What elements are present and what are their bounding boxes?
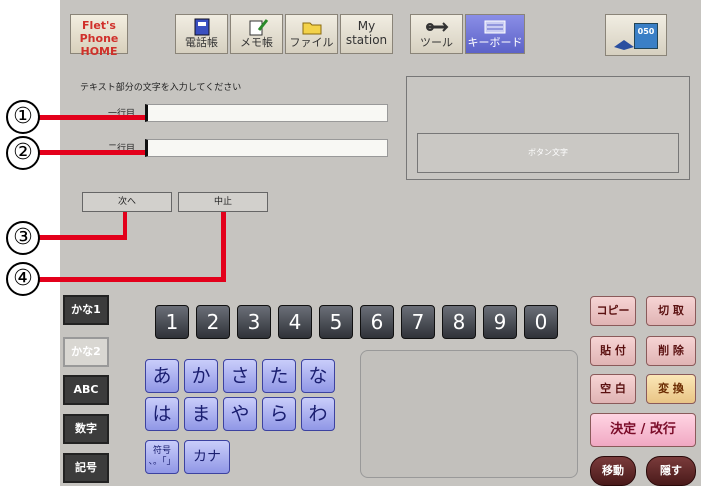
folder-icon xyxy=(302,22,321,35)
key-9[interactable]: 9 xyxy=(483,305,517,339)
key-na[interactable]: な xyxy=(301,359,335,393)
home-label-line2: HOME xyxy=(80,45,118,58)
memo-icon xyxy=(249,19,268,36)
annotation-3: ③ xyxy=(6,221,40,255)
hide-button[interactable]: 隠す xyxy=(646,456,696,486)
cut-button[interactable]: 切 取 xyxy=(646,296,696,326)
preview-button-text: ボタン文字 xyxy=(417,133,679,173)
home-label-line1: Flet's Phone xyxy=(79,19,119,45)
annotation-line-2 xyxy=(38,150,145,155)
key-ha[interactable]: は xyxy=(145,397,179,431)
tool-button[interactable]: ツール xyxy=(410,14,463,54)
key-wa[interactable]: わ xyxy=(301,397,335,431)
annotation-line-4b xyxy=(221,212,226,282)
annotation-line-1 xyxy=(38,115,145,120)
key-ma[interactable]: ま xyxy=(184,397,218,431)
annotation-1: ① xyxy=(6,100,40,134)
mode-number[interactable]: 数字 xyxy=(63,414,109,444)
keyboard-button[interactable]: キーボード xyxy=(465,14,525,54)
handwriting-pad[interactable] xyxy=(360,350,578,478)
mode-symbol[interactable]: 記号 xyxy=(63,453,109,483)
key-ra[interactable]: ら xyxy=(262,397,296,431)
key-katakana[interactable]: カナ xyxy=(184,440,230,474)
key-a[interactable]: あ xyxy=(145,359,179,393)
tool-icon xyxy=(425,22,448,32)
key-2[interactable]: 2 xyxy=(196,305,230,339)
cancel-button[interactable]: 中止 xyxy=(178,192,268,212)
annotation-line-4a xyxy=(38,277,226,282)
key-8[interactable]: 8 xyxy=(442,305,476,339)
mode-kana1[interactable]: かな1 xyxy=(63,295,109,325)
copy-button[interactable]: コピー xyxy=(590,296,636,326)
my-station-button[interactable]: My station xyxy=(340,14,393,54)
key-6[interactable]: 6 xyxy=(360,305,394,339)
phonebook-icon xyxy=(194,18,209,36)
row2-input[interactable] xyxy=(145,139,388,157)
key-sa[interactable]: さ xyxy=(223,359,257,393)
phonebook-button[interactable]: 電話帳 xyxy=(175,14,228,54)
memo-button[interactable]: メモ帳 xyxy=(230,14,283,54)
file-button[interactable]: ファイル xyxy=(285,14,338,54)
my-station-label: My station xyxy=(345,19,388,47)
button-preview: ボタン文字 xyxy=(406,76,690,180)
convert-button[interactable]: 変 換 xyxy=(646,374,696,404)
key-1[interactable]: 1 xyxy=(155,305,189,339)
home-button[interactable]: Flet's Phone HOME xyxy=(70,14,128,58)
mode-kana2[interactable]: かな2 xyxy=(63,337,109,367)
annotation-line-3a xyxy=(38,235,127,240)
device-screen: Flet's Phone HOME 電話帳 メモ帳 ファイル My statio… xyxy=(60,0,701,486)
phonebook-label: 電話帳 xyxy=(185,36,218,49)
annotation-line-3b xyxy=(123,212,127,240)
key-ka[interactable]: か xyxy=(184,359,218,393)
key-symbol-punct[interactable]: 符号 、。「」 xyxy=(145,440,179,474)
key-4[interactable]: 4 xyxy=(278,305,312,339)
move-button[interactable]: 移動 xyxy=(590,456,636,486)
space-button[interactable]: 空 白 xyxy=(590,374,636,404)
phone-050-badge: 050 xyxy=(634,23,658,49)
keyboard-label: キーボード xyxy=(467,36,523,49)
annotation-4: ④ xyxy=(6,262,40,296)
key-ya[interactable]: や xyxy=(223,397,257,431)
top-toolbar: Flet's Phone HOME 電話帳 メモ帳 ファイル My statio… xyxy=(60,8,701,58)
mode-abc[interactable]: ABC xyxy=(63,375,109,405)
delete-button[interactable]: 削 除 xyxy=(646,336,696,366)
memo-label: メモ帳 xyxy=(240,36,273,49)
tool-label: ツール xyxy=(420,36,453,49)
form-prompt: テキスト部分の文字を入力してください xyxy=(80,83,242,93)
paste-button[interactable]: 貼 付 xyxy=(590,336,636,366)
annotation-2: ② xyxy=(6,136,40,170)
key-0[interactable]: 0 xyxy=(524,305,558,339)
next-button[interactable]: 次へ xyxy=(82,192,172,212)
key-ta[interactable]: た xyxy=(262,359,296,393)
key-5[interactable]: 5 xyxy=(319,305,353,339)
row1-input[interactable] xyxy=(145,104,388,122)
key-7[interactable]: 7 xyxy=(401,305,435,339)
keyboard-icon xyxy=(484,20,506,34)
status-panel: 050 xyxy=(605,14,667,56)
enter-button[interactable]: 決定 / 改行 xyxy=(590,413,696,447)
file-label: ファイル xyxy=(289,36,334,49)
key-3[interactable]: 3 xyxy=(237,305,271,339)
network-icon xyxy=(614,40,634,50)
